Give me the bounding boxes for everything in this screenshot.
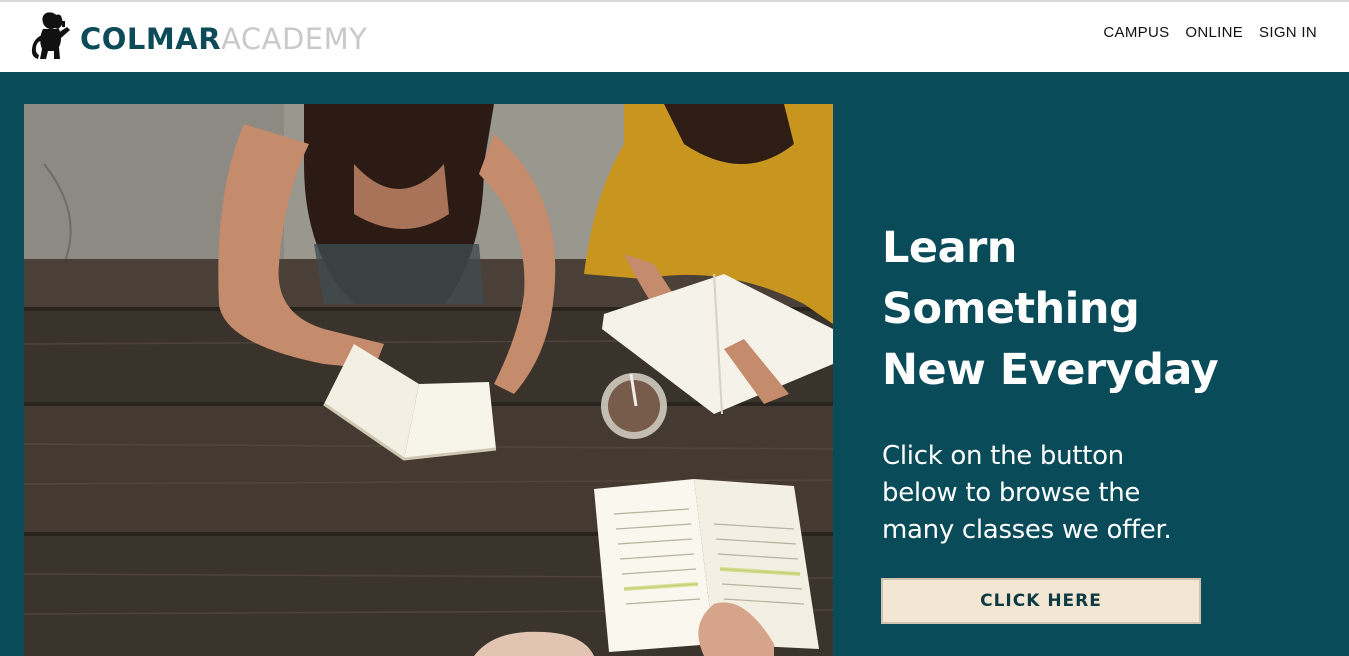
brand-name-primary: COLMAR bbox=[80, 21, 222, 56]
hero-section: Learn Something New Everyday Click on th… bbox=[0, 72, 1349, 656]
nav-sign-in-link[interactable]: SIGN IN bbox=[1259, 24, 1317, 41]
site-logo[interactable]: COLMARACADEMY bbox=[30, 11, 367, 67]
top-navigation-bar: COLMARACADEMY CAMPUS ONLINE SIGN IN bbox=[0, 0, 1349, 72]
brand-name: COLMARACADEMY bbox=[80, 21, 368, 56]
hero-subtext: Click on the button below to browse the … bbox=[882, 441, 1172, 545]
hero-headline: Learn Something New Everyday bbox=[882, 223, 1219, 395]
nav-online-link[interactable]: ONLINE bbox=[1185, 24, 1243, 41]
hero-photo-students-reading bbox=[24, 104, 833, 656]
click-here-button[interactable]: CLICK HERE bbox=[881, 578, 1201, 624]
lion-rampant-icon bbox=[30, 11, 72, 67]
nav-campus-link[interactable]: CAMPUS bbox=[1103, 24, 1169, 41]
main-nav: CAMPUS ONLINE SIGN IN bbox=[1103, 24, 1317, 41]
brand-name-secondary: ACADEMY bbox=[221, 21, 368, 56]
